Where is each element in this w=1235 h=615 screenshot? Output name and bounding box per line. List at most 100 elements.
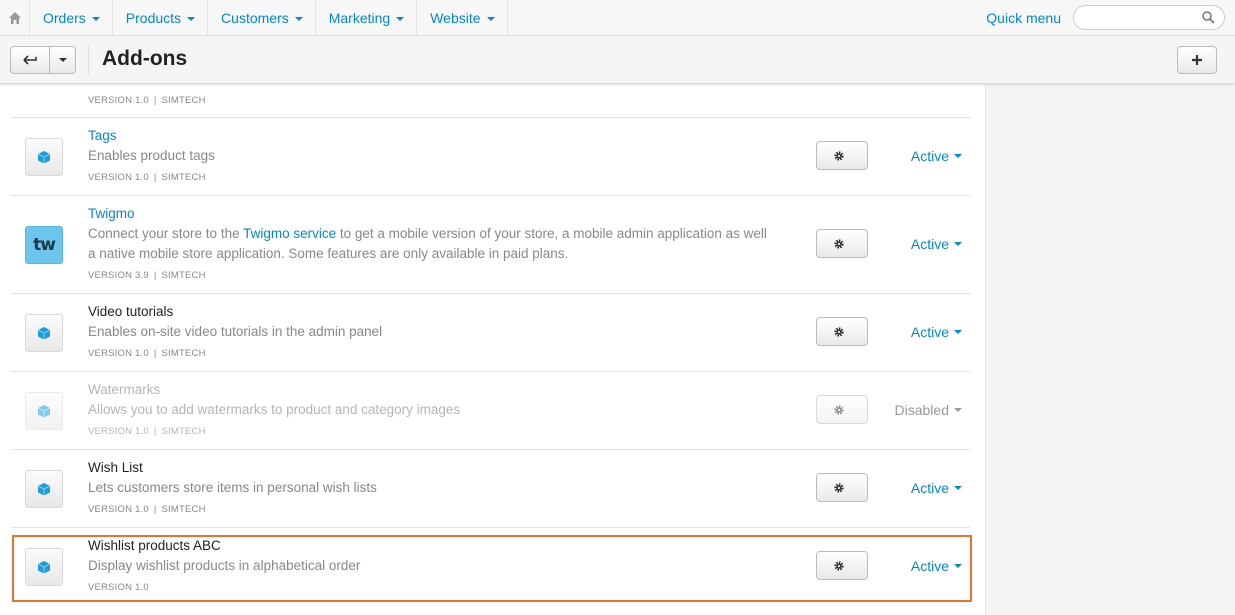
menu-marketing[interactable]: Marketing (316, 0, 418, 35)
addon-row: VERSION 1.0 | SIMTECH (11, 84, 970, 118)
addon-meta: VERSION 1.0 | SIMTECH (88, 95, 206, 106)
back-button[interactable] (10, 46, 50, 74)
addon-meta: VERSION 1.0 | SIMTECH (88, 426, 206, 437)
menu-marketing-label: Marketing (328, 9, 391, 26)
home-icon[interactable] (0, 0, 30, 35)
chevron-down-icon (954, 154, 962, 158)
twigmo-logo-text: tw (33, 235, 56, 255)
addon-developer: SIMTECH (161, 504, 206, 515)
addon-row-wish-list: Wish List Lets customers store items in … (11, 450, 970, 528)
addon-status-dropdown[interactable]: Active (911, 324, 962, 340)
search-wrapper (1073, 0, 1225, 35)
cube-icon (37, 405, 51, 418)
addon-icon-box (25, 470, 63, 508)
addon-description: Connect your store to the Twigmo service… (88, 224, 778, 264)
addon-status-label: Disabled (894, 402, 949, 418)
gear-icon (834, 482, 844, 493)
menu-orders-label: Orders (43, 9, 86, 26)
menu-customers-label: Customers (221, 9, 289, 26)
twigmo-logo-icon: tw (25, 226, 63, 264)
back-arrow-icon (23, 55, 37, 65)
addon-version: VERSION 1.0 (88, 172, 149, 183)
chevron-down-icon (91, 16, 100, 21)
addon-developer: SIMTECH (161, 426, 206, 437)
menu-products-label: Products (125, 9, 182, 26)
chevron-down-icon (396, 16, 405, 21)
gear-icon (834, 404, 844, 415)
gear-icon (834, 238, 844, 249)
addon-meta: VERSION 1.0 | SIMTECH (88, 504, 206, 515)
twigmo-service-link[interactable]: Twigmo service (243, 226, 336, 241)
addon-icon-box (25, 314, 63, 352)
search-icon[interactable] (1202, 11, 1215, 24)
highlight-outline (12, 535, 972, 602)
addon-name[interactable]: Video tutorials (88, 304, 173, 319)
back-dropdown-button[interactable] (50, 46, 76, 74)
addon-icon-box (25, 392, 63, 430)
addon-name[interactable]: Tags (88, 128, 117, 143)
addon-status-label: Active (910, 324, 949, 340)
addon-meta: VERSION 1.0 | SIMTECH (88, 172, 206, 183)
addon-name[interactable]: Twigmo (88, 206, 135, 221)
addon-settings-button[interactable] (816, 141, 868, 170)
addon-version: VERSION 1.0 (88, 348, 149, 359)
addon-name[interactable]: Wish List (88, 460, 143, 475)
addon-version: VERSION 3.9 (88, 270, 149, 281)
addon-description: Enables on-site video tutorials in the a… (88, 324, 383, 339)
menu-customers[interactable]: Customers (208, 0, 316, 35)
addon-developer: SIMTECH (161, 95, 206, 106)
addon-row-tags: Tags Enables product tags VERSION 1.0 | SI… (11, 118, 970, 196)
addon-status-dropdown[interactable]: Active (911, 480, 962, 496)
menu-website-label: Website (430, 9, 481, 26)
addon-settings-button[interactable] (816, 229, 868, 258)
chevron-down-icon (58, 58, 67, 62)
addon-meta: VERSION 3.9 | SIMTECH (88, 270, 206, 281)
chevron-down-icon (954, 408, 962, 412)
addon-status-label: Active (910, 148, 949, 164)
right-sidebar (985, 84, 1235, 615)
addon-description-part: Connect your store to the (88, 226, 244, 241)
page-title: Add-ons (102, 47, 188, 70)
addon-name[interactable]: Watermarks (88, 382, 160, 397)
addon-icon-box (25, 138, 63, 176)
chevron-down-icon (486, 16, 495, 21)
add-addon-button[interactable] (1177, 46, 1217, 74)
addon-description: Enables product tags (88, 148, 215, 163)
addon-settings-button[interactable] (816, 317, 868, 346)
quick-menu-link[interactable]: Quick menu (986, 0, 1061, 35)
plus-icon (1192, 55, 1202, 65)
addon-status-dropdown[interactable]: Active (911, 236, 962, 252)
addon-version: VERSION 1.0 (88, 95, 149, 106)
addon-status-label: Active (910, 236, 949, 252)
addon-status-label: Active (910, 480, 949, 496)
top-navigation: Orders Products Customers Marketing Webs… (0, 0, 1235, 36)
back-button-group (10, 46, 76, 74)
addon-settings-button[interactable] (816, 473, 868, 502)
page-header: Add-ons (0, 36, 1235, 84)
addon-status-dropdown[interactable]: Active (911, 148, 962, 164)
addon-row-watermarks: Watermarks Allows you to add watermarks … (11, 372, 970, 450)
chevron-down-icon (187, 16, 196, 21)
chevron-down-icon (294, 16, 303, 21)
addon-settings-button[interactable] (816, 395, 868, 424)
menu-products[interactable]: Products (113, 0, 209, 35)
gear-icon (834, 326, 844, 337)
menu-website[interactable]: Website (417, 0, 508, 35)
addon-developer: SIMTECH (161, 270, 206, 281)
cube-icon (37, 483, 51, 496)
addon-version: VERSION 1.0 (88, 426, 149, 437)
title-divider (88, 46, 89, 74)
addon-developer: SIMTECH (161, 172, 206, 183)
addon-row-video-tutorials: Video tutorials Enables on-site video tu… (11, 294, 970, 372)
chevron-down-icon (954, 330, 962, 334)
addon-description: Allows you to add watermarks to product … (88, 402, 461, 417)
addon-status-dropdown[interactable]: Disabled (895, 402, 962, 418)
chevron-down-icon (954, 486, 962, 490)
menu-orders[interactable]: Orders (30, 0, 113, 35)
addon-version: VERSION 1.0 (88, 504, 149, 515)
gear-icon (834, 150, 844, 161)
search-input[interactable] (1084, 6, 1204, 29)
addon-developer: SIMTECH (161, 348, 206, 359)
cube-icon (37, 151, 51, 164)
